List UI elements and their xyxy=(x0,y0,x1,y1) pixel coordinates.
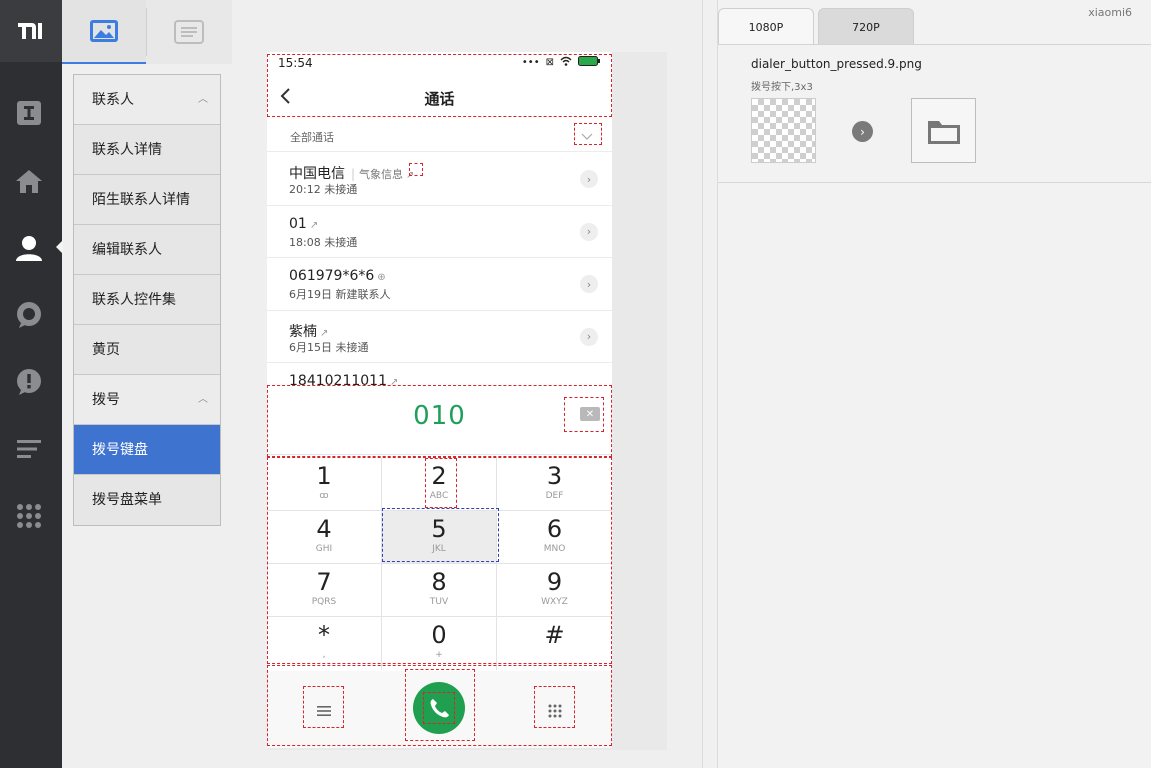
nav-label: 联系人 xyxy=(92,92,134,108)
nav-view-tabs xyxy=(62,0,232,64)
call-detail-chevron-icon[interactable]: › xyxy=(580,222,598,241)
chevron-up-icon: ︿ xyxy=(198,394,208,405)
call-detail-chevron-icon[interactable]: › xyxy=(580,327,598,346)
file-description: 拨号按下,3x3 xyxy=(751,82,813,93)
file-name: dialer_button_pressed.9.png xyxy=(751,57,922,71)
call-detail: 6月15日 未接通 xyxy=(289,340,369,354)
filter-label: 全部通话 xyxy=(290,131,334,144)
image-icon xyxy=(90,20,118,42)
chevron-up-icon: ︿ xyxy=(198,94,208,105)
guide-box-call-icon xyxy=(423,692,455,724)
guide-box-filter xyxy=(574,123,602,145)
nav-item-contact-widgets[interactable]: 联系人控件集 xyxy=(74,275,220,325)
folder-icon[interactable] xyxy=(911,98,976,163)
outgoing-arrow-icon: ↗ xyxy=(309,219,319,231)
call-log: 中国电信 | 气象信息 ↗ 20:12 未接通 › 01 ↗ 18:08 未接通 › 0… xyxy=(267,153,612,393)
resource-card: dialer_button_pressed.9.png 拨号按下,3x3 › xyxy=(718,45,1151,183)
text-icon[interactable] xyxy=(14,98,44,128)
nav-label: 拨号 xyxy=(92,392,120,408)
nav-item-dial-menu[interactable]: 拨号盘菜单 xyxy=(74,475,220,525)
nav-item-stranger-detail[interactable]: 陌生联系人详情 xyxy=(74,175,220,225)
alert-icon[interactable] xyxy=(14,367,44,397)
nav-label: 编辑联系人 xyxy=(92,242,162,258)
nav-item-yellow-pages[interactable]: 黄页 xyxy=(74,325,220,375)
call-row[interactable]: 中国电信 | 气象信息 ↗ 20:12 未接通 › xyxy=(267,153,612,206)
app-rail xyxy=(0,0,62,768)
home-icon[interactable] xyxy=(14,166,44,196)
call-name: 061979*6*6 xyxy=(289,268,375,284)
call-detail: 6月19日 新建联系人 xyxy=(289,288,391,301)
guide-box-key2 xyxy=(425,458,457,508)
phone-preview: 15:54 ••• ⊠ 通话 全部通话 中国电信 | 气象信息 ↗ 20:12 未接通… xyxy=(267,52,612,748)
apps-grid-icon[interactable] xyxy=(14,501,44,531)
call-tag: 气象信息 xyxy=(359,168,404,181)
nav-label: 陌生联系人详情 xyxy=(92,192,190,208)
nav-item-edit-contact[interactable]: 编辑联系人 xyxy=(74,225,220,275)
image-thumbnail[interactable] xyxy=(751,98,816,163)
tab-720p[interactable]: 720P xyxy=(818,8,914,45)
call-detail: 20:12 未接通 xyxy=(289,183,358,196)
document-icon xyxy=(174,20,204,44)
call-detail-chevron-icon[interactable]: › xyxy=(580,275,598,293)
call-row[interactable]: 紫楠 ↗ 6月15日 未接通 › xyxy=(267,311,612,363)
resource-inner: xiaomi6 1080P 720P dialer_button_pressed… xyxy=(717,0,1151,768)
call-row[interactable]: 01 ↗ 18:08 未接通 › xyxy=(267,206,612,258)
device-label: xiaomi6 xyxy=(1088,6,1132,19)
guide-box-menu xyxy=(303,686,344,728)
nav-menu: 联系人 ︿ 联系人详情 陌生联系人详情 编辑联系人 联系人控件集 黄页 拨号 ︿ 拨… xyxy=(73,74,221,526)
tab-1080p[interactable]: 1080P xyxy=(718,8,814,45)
mi-logo xyxy=(0,0,62,62)
nav-item-contact-detail[interactable]: 联系人详情 xyxy=(74,125,220,175)
guide-box-backspace xyxy=(564,397,604,432)
guide-box-key5 xyxy=(382,508,499,562)
nav-item-dial-keypad[interactable]: 拨号键盘 xyxy=(74,425,220,475)
chevron-right-icon[interactable]: › xyxy=(852,121,873,142)
active-pointer xyxy=(56,240,63,254)
call-name: 01 xyxy=(289,215,307,232)
call-filter[interactable]: 全部通话 xyxy=(267,122,612,152)
guide-box-keypad-toggle xyxy=(534,686,575,728)
guide-box-digits xyxy=(267,385,612,457)
nav-label: 联系人控件集 xyxy=(92,292,176,308)
call-name: 中国电信 xyxy=(289,166,345,182)
guide-box-titlebar xyxy=(267,54,612,117)
call-detail-chevron-icon[interactable]: › xyxy=(580,170,598,188)
message-icon[interactable] xyxy=(14,300,44,330)
nav-label: 拨号盘菜单 xyxy=(92,492,162,508)
list-icon[interactable] xyxy=(14,434,44,464)
call-row[interactable]: 061979*6*6 ⊕ 6月19日 新建联系人 › xyxy=(267,258,612,311)
add-contact-icon: ⊕ xyxy=(377,272,386,283)
resource-panel: xiaomi6 1080P 720P dialer_button_pressed… xyxy=(702,0,1151,768)
nav-label: 黄页 xyxy=(92,342,120,358)
nav-label: 拨号键盘 xyxy=(92,442,148,458)
outgoing-arrow-icon: ↗ xyxy=(320,327,329,339)
nav-label: 联系人详情 xyxy=(92,142,162,158)
guide-box-tag xyxy=(409,163,423,176)
nav-group-contacts[interactable]: 联系人 ︿ xyxy=(74,75,220,125)
nav-group-dial[interactable]: 拨号 ︿ xyxy=(74,375,220,425)
text-view-tab[interactable] xyxy=(147,0,231,64)
contact-icon[interactable] xyxy=(14,233,44,263)
call-detail: 18:08 未接通 xyxy=(289,235,358,249)
call-name: 紫楠 xyxy=(289,323,317,340)
image-view-tab[interactable] xyxy=(62,0,146,64)
